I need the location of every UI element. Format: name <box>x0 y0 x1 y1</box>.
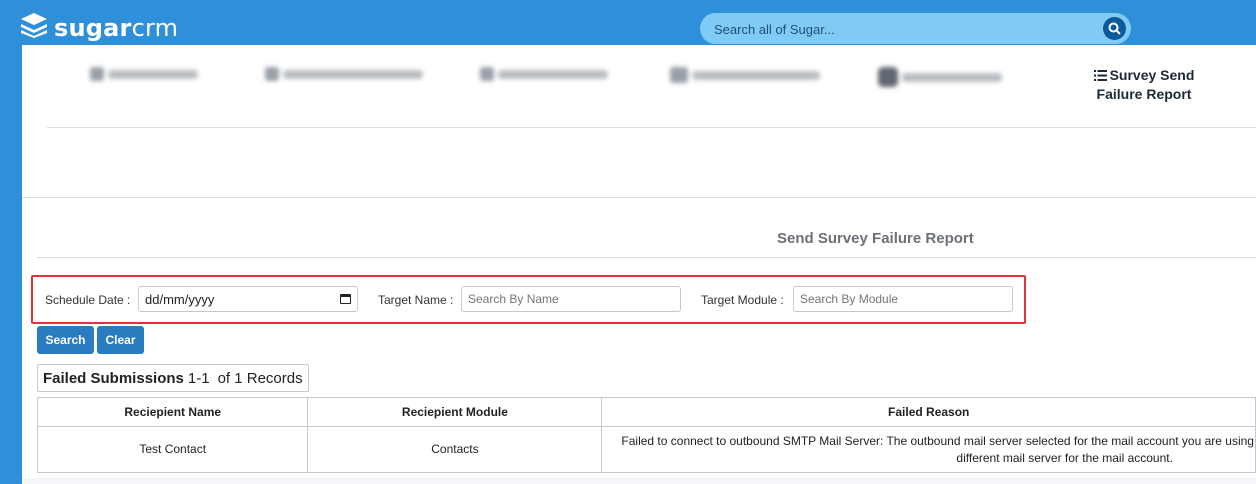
tab-survey-send-failure-report[interactable]: Survey Send Failure Report <box>1069 66 1219 103</box>
records-count: Failed Submissions 1-1 of 1 Records <box>37 364 309 392</box>
tab-label: Survey Send Failure Report <box>1096 67 1195 103</box>
left-rail <box>0 45 22 484</box>
main-content: Survey Send Failure Report Send Survey F… <box>22 45 1256 478</box>
failed-reason-line: different mail server for the mail accou… <box>956 450 1173 465</box>
logo-text: sugarcrm <box>54 13 179 42</box>
search-button[interactable]: Search <box>37 326 94 354</box>
column-header: Reciepient Module <box>307 397 603 427</box>
global-search-input[interactable] <box>712 19 1096 40</box>
tab-blurred-2[interactable] <box>265 67 423 81</box>
recipient-name-cell: Test Contact <box>36 426 309 473</box>
count-total: of 1 Records <box>217 369 303 387</box>
date-placeholder: dd/mm/yyyy <box>145 291 215 307</box>
report-title: Send Survey Failure Report <box>777 230 974 247</box>
failed-reason-cell: Failed to connect to outbound SMTP Mail … <box>601 426 1256 473</box>
target-name-input[interactable] <box>461 286 681 312</box>
clear-button[interactable]: Clear <box>97 326 144 354</box>
divider <box>22 197 1256 198</box>
search-icon[interactable] <box>1103 17 1126 40</box>
tab-blurred-4[interactable] <box>670 67 820 83</box>
table-header-row: Reciepient Name Reciepient Module Failed… <box>36 397 1256 427</box>
filter-panel: Schedule Date : dd/mm/yyyy Target Name :… <box>31 275 1026 324</box>
count-range: 1-1 <box>187 369 210 387</box>
schedule-date-label: Schedule Date : <box>45 293 131 307</box>
schedule-date-input[interactable]: dd/mm/yyyy <box>138 286 358 312</box>
tab-blurred-3[interactable] <box>480 67 608 81</box>
stack-logo-icon <box>20 12 48 43</box>
sugarcrm-logo[interactable]: sugarcrm <box>20 12 178 43</box>
failed-submissions-table: Reciepient Name Reciepient Module Failed… <box>36 397 1256 473</box>
divider <box>37 257 1256 258</box>
target-name-label: Target Name : <box>378 293 454 307</box>
calendar-icon[interactable] <box>340 294 351 304</box>
target-module-input[interactable] <box>793 286 1013 312</box>
tab-blurred-1[interactable] <box>90 67 198 81</box>
column-header: Reciepient Name <box>36 397 309 427</box>
divider <box>47 127 1256 128</box>
global-search[interactable] <box>700 13 1131 44</box>
failed-reason-line: Failed to connect to outbound SMTP Mail … <box>621 433 1254 448</box>
list-icon <box>1093 67 1107 85</box>
count-title: Failed Submissions <box>43 369 184 387</box>
column-header: Failed Reason <box>601 397 1256 427</box>
table-row: Test Contact Contacts Failed to connect … <box>36 426 1256 473</box>
target-module-label: Target Module : <box>701 293 784 307</box>
recipient-module-cell: Contacts <box>307 426 603 473</box>
tab-blurred-5[interactable] <box>878 67 1002 87</box>
